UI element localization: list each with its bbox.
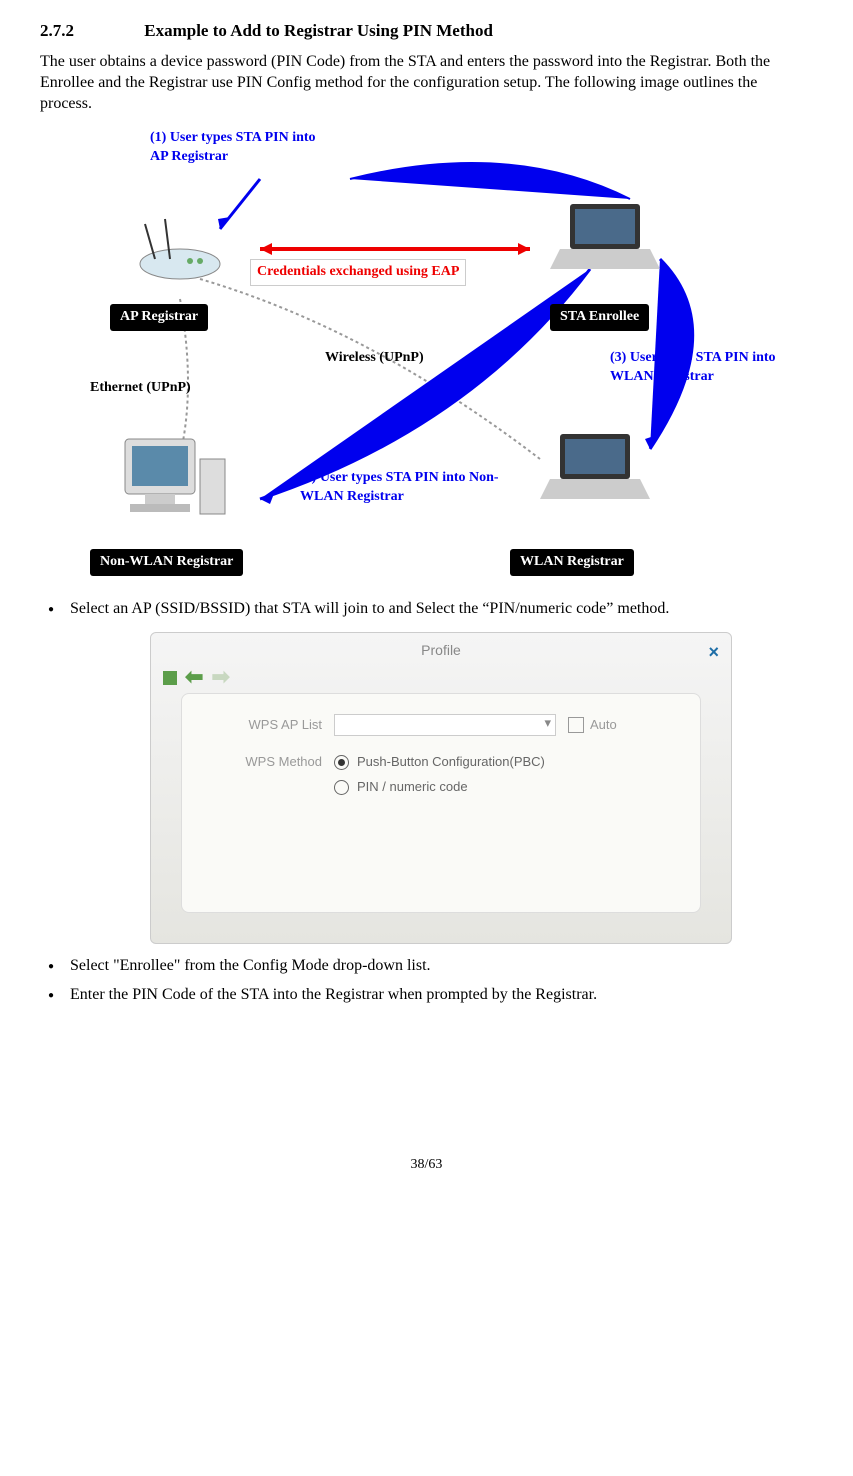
bullet-3: Enter the PIN Code of the STA into the R… — [40, 985, 813, 1006]
diagram-label-1: (1) User types STA PIN into AP Registrar — [150, 129, 330, 165]
stop-icon[interactable] — [163, 671, 177, 685]
diagram-label-3: (3) User types STA PIN into WLAN Registr… — [610, 349, 780, 385]
section-title: Example to Add to Registrar Using PIN Me… — [144, 21, 493, 40]
non-wlan-label: Non-WLAN Registrar — [90, 549, 243, 575]
sta-laptop-icon — [550, 199, 660, 286]
radio-pbc[interactable] — [334, 755, 349, 770]
wps-method-label: WPS Method — [212, 754, 322, 771]
wps-ap-list-label: WPS AP List — [212, 717, 322, 734]
toolbar: ⬅ ➡ — [163, 663, 230, 692]
wps-ap-list-dropdown[interactable] — [334, 714, 556, 736]
desktop-icon — [110, 429, 230, 536]
forward-icon[interactable]: ➡ — [211, 663, 229, 692]
radio-pin[interactable] — [334, 780, 349, 795]
ap-registrar-label: AP Registrar — [110, 304, 208, 330]
radio-pin-label: PIN / numeric code — [357, 779, 468, 796]
wlan-laptop-icon — [540, 429, 650, 516]
pin-method-diagram: (1) User types STA PIN into AP Registrar… — [70, 129, 770, 584]
dialog-inner-panel: WPS AP List Auto WPS Method Push-Button … — [181, 693, 701, 913]
radio-pbc-label: Push-Button Configuration(PBC) — [357, 754, 545, 771]
intro-paragraph: The user obtains a device password (PIN … — [40, 52, 813, 114]
wlan-label: WLAN Registrar — [510, 549, 634, 575]
profile-dialog: Profile × ⬅ ➡ WPS AP List Auto WPS Metho… — [150, 632, 732, 944]
back-icon[interactable]: ⬅ — [185, 663, 203, 692]
wireless-label: Wireless (UPnP) — [325, 349, 424, 367]
sta-enrollee-label: STA Enrollee — [550, 304, 649, 330]
bullet-2: Select "Enrollee" from the Config Mode d… — [40, 956, 813, 977]
diagram-label-2: (2) User types STA PIN into Non-WLAN Reg… — [300, 469, 500, 505]
ap-device-icon — [130, 214, 230, 291]
section-heading: 2.7.2 Example to Add to Registrar Using … — [40, 20, 813, 42]
credentials-label: Credentials exchanged using EAP — [250, 259, 466, 285]
bullet-1: Select an AP (SSID/BSSID) that STA will … — [40, 599, 813, 620]
auto-label: Auto — [590, 717, 617, 734]
ethernet-label: Ethernet (UPnP) — [90, 379, 191, 397]
page-number: 38/63 — [40, 1156, 813, 1174]
dialog-title: Profile — [151, 633, 731, 667]
section-number: 2.7.2 — [40, 20, 140, 42]
close-icon[interactable]: × — [708, 641, 719, 664]
auto-checkbox[interactable] — [568, 717, 584, 733]
